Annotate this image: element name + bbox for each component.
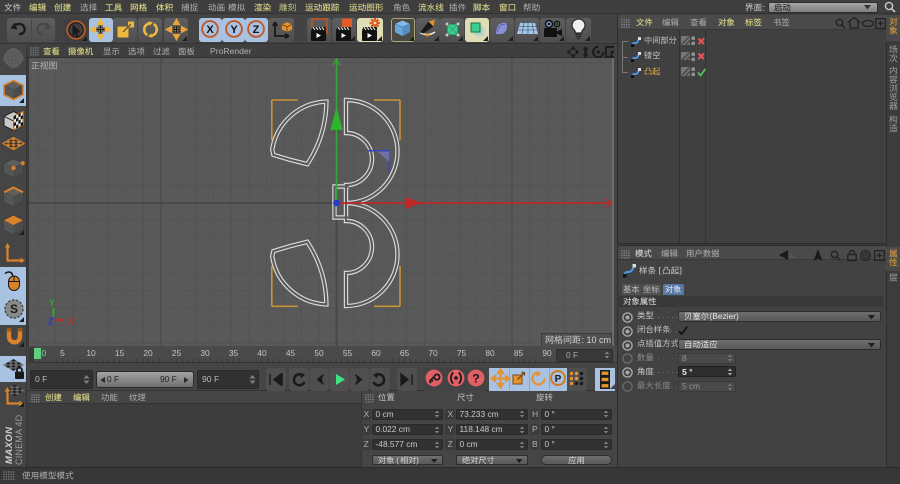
- svg-text:P: P: [554, 374, 561, 385]
- svg-text:Z: Z: [253, 24, 260, 36]
- svg-text:?: ?: [472, 371, 480, 385]
- svg-text:X: X: [206, 24, 214, 36]
- svg-text:S: S: [9, 302, 17, 316]
- svg-text:Y: Y: [230, 24, 238, 36]
